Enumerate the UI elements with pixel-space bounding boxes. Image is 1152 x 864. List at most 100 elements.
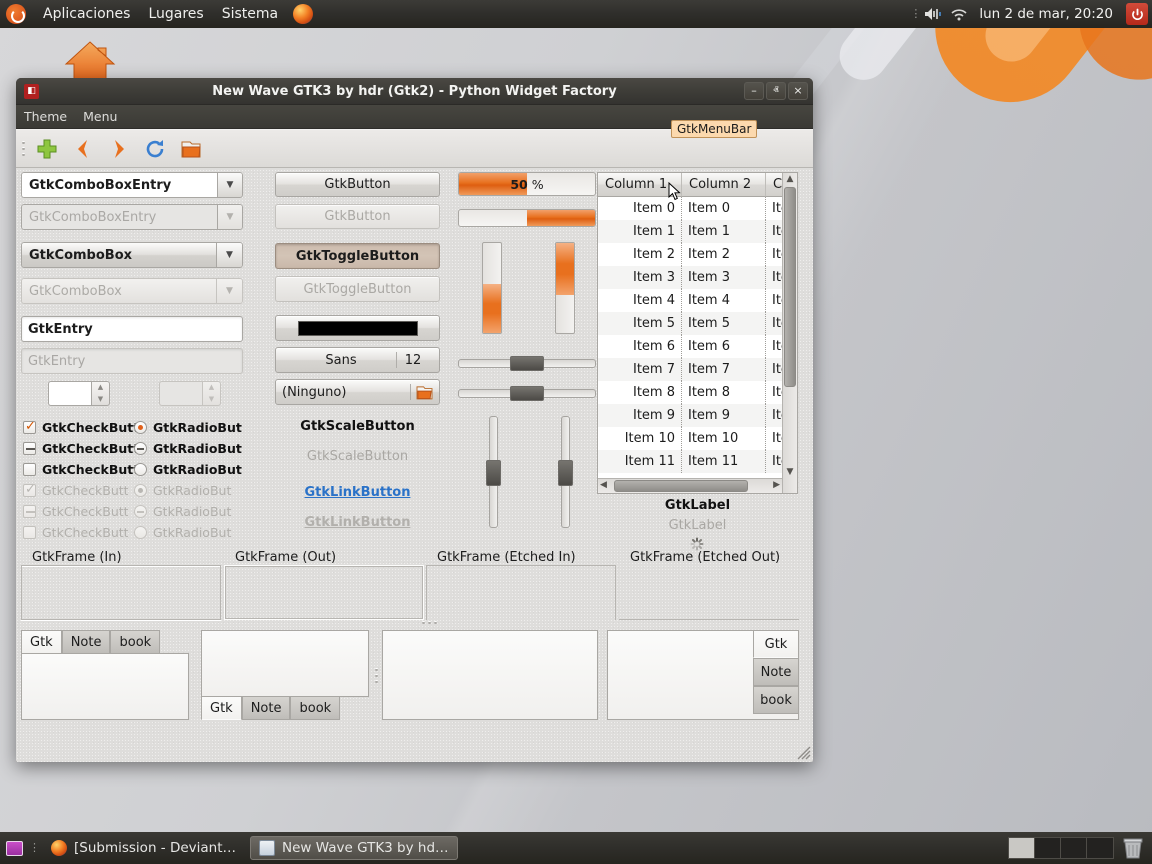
power-icon[interactable] [1126, 3, 1148, 25]
notebook-tabs-bottom-tab-2[interactable]: book [290, 696, 341, 720]
table-row[interactable]: Item 2Item 2Item 2 [598, 243, 797, 266]
application-window[interactable]: ◧ New Wave GTK3 by hdr (Gtk2) - Python W… [16, 78, 813, 762]
table-row[interactable]: Item 6Item 6Item 6 [598, 335, 797, 358]
radio-button-2[interactable]: GtkRadioBut [134, 459, 244, 480]
scale-slider[interactable] [510, 356, 544, 371]
back-icon[interactable] [68, 134, 98, 164]
treeview-hscrollbar[interactable]: ◀ ▶ [598, 478, 782, 493]
panel-menu-lugares[interactable]: Lugares [139, 3, 212, 25]
font-button[interactable]: Sans 12 [275, 347, 440, 373]
notebook-tabs-top-tab-1[interactable]: Note [61, 630, 111, 654]
radio-button-0[interactable]: GtkRadioBut [134, 417, 244, 438]
toolbar-grip[interactable] [20, 139, 26, 159]
check-button-1[interactable]: GtkCheckButt [23, 438, 139, 459]
menu-menu[interactable]: Menu [75, 107, 125, 126]
table-row[interactable]: Item 0Item 0Item 0 [598, 197, 797, 220]
radio-indicator[interactable] [134, 442, 147, 455]
notebook-tabs-bottom-tab-1[interactable]: Note [241, 696, 291, 720]
horizontal-scale-b[interactable] [458, 384, 596, 402]
treeview-column-header-2[interactable]: Column 2 [682, 173, 766, 197]
checkbox-indicator[interactable] [23, 463, 36, 476]
panel-menu-aplicaciones[interactable]: Aplicaciones [34, 3, 139, 25]
table-row[interactable]: Item 11Item 11Item 11 [598, 450, 797, 473]
notebook-tabs-top[interactable]: Gtk Note book [21, 630, 189, 720]
clock[interactable]: lun 2 de mar, 20:20 [975, 6, 1117, 22]
workspace-4[interactable] [1087, 838, 1113, 858]
scale-slider[interactable] [486, 460, 501, 486]
radio-button-1[interactable]: GtkRadioBut [134, 438, 244, 459]
spin-arrows[interactable]: ▲ ▼ [91, 381, 110, 406]
notebook-tabs-top-tab-0[interactable]: Gtk [21, 630, 62, 654]
notebook-tabs-bottom[interactable]: Gtk Note book [201, 630, 369, 720]
dots-icon[interactable]: ⋮ [910, 8, 921, 19]
wifi-icon[interactable] [950, 6, 968, 22]
table-row[interactable]: Item 9Item 9Item 9 [598, 404, 797, 427]
table-row[interactable]: Item 1Item 1Item 1 [598, 220, 797, 243]
vscrollbar-thumb[interactable] [784, 187, 796, 387]
app-icon[interactable]: ◧ [24, 83, 39, 99]
scroll-left-icon[interactable]: ◀ [600, 480, 607, 490]
task-item-0[interactable]: [Submission - Deviant… [43, 837, 244, 859]
scroll-up-icon[interactable]: ▲ [783, 174, 797, 184]
combobox-entry-value[interactable]: GtkComboBoxEntry [21, 172, 217, 198]
workspace-switcher[interactable] [1008, 837, 1114, 859]
file-chooser-button[interactable]: (Ninguno) [275, 379, 440, 405]
folder-icon[interactable] [176, 134, 206, 164]
menu-theme[interactable]: Theme [16, 107, 75, 126]
combobox-entry[interactable]: GtkComboBoxEntry ▼ [21, 172, 243, 198]
vertical-scale-b[interactable] [556, 416, 574, 528]
notebook-tabs-right-tab-0[interactable]: Gtk [753, 630, 799, 658]
chevron-down-icon[interactable]: ▼ [217, 172, 243, 198]
volume-icon[interactable] [923, 6, 943, 22]
maximize-button[interactable]: ⱏ [766, 82, 786, 100]
notebook-bottom-tablist[interactable]: Gtk Note book [201, 696, 341, 720]
notebook-tabs-right-tab-1[interactable]: Note [753, 658, 799, 686]
notebook-tabs-top-tab-2[interactable]: book [110, 630, 161, 654]
check-button-0[interactable]: ✓ GtkCheckButt [23, 417, 139, 438]
window-titlebar[interactable]: ◧ New Wave GTK3 by hdr (Gtk2) - Python W… [16, 78, 813, 105]
forward-icon[interactable] [104, 134, 134, 164]
radio-indicator[interactable] [134, 463, 147, 476]
window-resize-grip[interactable] [797, 746, 811, 760]
spin-button[interactable]: ▲ ▼ [48, 381, 110, 406]
checkbox-indicator[interactable]: ✓ [23, 419, 36, 434]
spin-button-value[interactable] [48, 381, 91, 406]
table-row[interactable]: Item 7Item 7Item 7 [598, 358, 797, 381]
ubuntu-logo-icon[interactable] [6, 4, 26, 24]
toggle-button[interactable]: GtkToggleButton [275, 243, 440, 269]
show-desktop-icon[interactable] [6, 840, 23, 856]
chevron-down-icon[interactable]: ▼ [217, 242, 243, 268]
notebook-pane-grip-1[interactable] [373, 630, 379, 720]
panel-grip[interactable]: ⋮ [29, 842, 40, 853]
link-button[interactable]: GtkLinkButton [275, 485, 440, 500]
push-button[interactable]: GtkButton [275, 172, 440, 197]
treeview-vscrollbar[interactable]: ▲ ▼ [782, 173, 797, 493]
refresh-icon[interactable] [140, 134, 170, 164]
table-row[interactable]: Item 8Item 8Item 8 [598, 381, 797, 404]
notebook-tabs-left[interactable]: GtkNotebook [382, 630, 598, 720]
panel-menu-sistema[interactable]: Sistema [213, 3, 287, 25]
notebook-tabs-right[interactable]: Gtk Note book [607, 630, 799, 720]
scale-slider[interactable] [558, 460, 573, 486]
notebook-right-tablist[interactable]: Gtk Note book [753, 630, 799, 714]
combobox[interactable]: GtkComboBox ▼ [21, 242, 243, 268]
check-button-2[interactable]: GtkCheckButt [23, 459, 139, 480]
horizontal-scale-a[interactable] [458, 354, 596, 372]
notebook-top-tablist[interactable]: Gtk Note book [21, 630, 161, 654]
treeview-header-row[interactable]: Column 1Column 2Column 3 [598, 173, 797, 197]
firefox-icon[interactable] [293, 4, 314, 24]
workspace-2[interactable] [1035, 838, 1061, 858]
hscrollbar-thumb[interactable] [614, 480, 748, 492]
notebook-tabs-bottom-tab-0[interactable]: Gtk [201, 696, 242, 720]
frame-pane-grip[interactable] [420, 619, 438, 625]
table-row[interactable]: Item 4Item 4Item 4 [598, 289, 797, 312]
combobox-value[interactable]: GtkComboBox [21, 242, 217, 268]
workspace-3[interactable] [1061, 838, 1087, 858]
minimize-button[interactable]: – [744, 82, 764, 100]
close-button[interactable]: × [788, 82, 808, 100]
notebook-tabs-right-tab-2[interactable]: book [753, 686, 799, 714]
entry[interactable]: GtkEntry [21, 316, 243, 342]
trash-icon[interactable] [1122, 836, 1144, 860]
treeview[interactable]: Column 1Column 2Column 3 Item 0Item 0Ite… [597, 172, 798, 494]
color-button[interactable] [275, 315, 440, 341]
